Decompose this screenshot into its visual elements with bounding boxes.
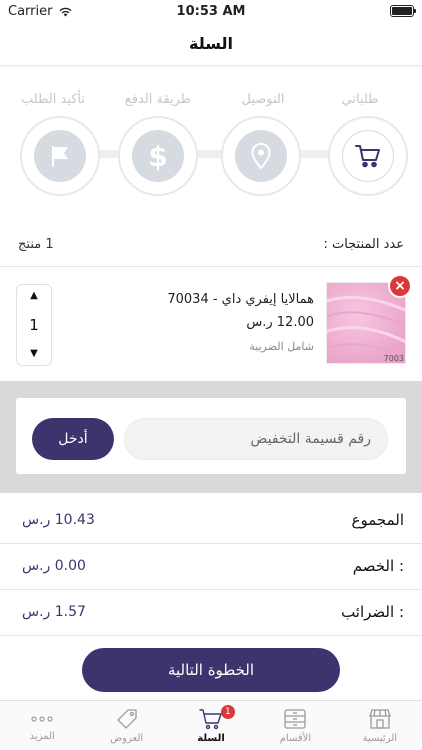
summary-total-row: 10.43 ر.س المجموع [0,497,422,543]
location-pin-icon [251,143,271,169]
product-count-row: عدد المنتجات : 1 منتج [0,230,422,258]
total-label: المجموع [351,511,404,529]
divider [0,635,422,636]
quantity-value: 1 [29,316,39,334]
cart-icon [199,708,222,729]
coupon-card: رقم قسيمة التخفيض أدخل [16,398,406,474]
step-label-orders: طلباتي [341,92,379,107]
tab-categories-label: الأقسام [279,732,312,744]
divider [0,266,422,267]
status-bar: Carrier 10:53 AM [0,0,422,22]
more-dots-icon [31,715,53,722]
tab-categories[interactable]: الأقسام [253,701,337,750]
discount-label: الخصم : [352,557,404,575]
next-step-button[interactable]: الخطوة التالية [82,648,340,692]
tab-offers[interactable]: العروض [84,701,168,750]
step-label-delivery: التوصيل [241,92,285,107]
cart-item: 7003 × همالايا إيفري داي - 70034 12.00 ر… [0,270,422,380]
decrease-quantity-button[interactable]: ▼ [30,349,38,359]
step-delivery[interactable] [221,116,301,196]
tab-home[interactable]: الرئيسية [338,701,422,750]
step-confirm[interactable] [20,116,100,196]
step-label-payment: طريقة الدفع [124,92,192,107]
remove-item-button[interactable]: × [388,274,412,298]
battery-icon [390,5,416,17]
total-value: 10.43 ر.س [22,512,95,528]
product-count-label: عدد المنتجات : [323,236,404,252]
nav-bar: السلة [0,22,422,66]
step-label-confirm: تأكيد الطلب [21,92,85,107]
product-tax-note: شامل الضريبة [249,340,314,353]
tab-more[interactable]: المزيد [0,701,84,750]
tab-offers-label: العروض [110,732,144,744]
categories-icon [284,708,307,729]
wifi-icon [59,7,72,16]
tax-label: الضرائب : [341,603,404,621]
tab-more-label: المزيد [29,730,55,742]
cart-badge: 1 [220,705,235,719]
stepper-track [60,150,370,158]
tab-cart-label: السلة [197,732,225,744]
tab-home-label: الرئيسية [362,732,398,744]
summary-tax-row: 1.57 ر.س الضرائب : [0,589,422,635]
summary-discount-row: 0.00 ر.س الخصم : [0,543,422,589]
product-image-code: 7003 [383,354,404,363]
product-count-value: 1 منتج [18,236,54,252]
discount-value: 0.00 ر.س [22,558,86,574]
product-price: 12.00 ر.س [246,315,314,330]
apply-coupon-button[interactable]: أدخل [32,418,114,460]
checkout-stepper: طلباتي التوصيل طريقة الدفع تأكيد الطلب $ [0,88,422,198]
coupon-input[interactable]: رقم قسيمة التخفيض [124,418,388,460]
increase-quantity-button[interactable]: ▲ [30,291,38,301]
carrier-label: Carrier [8,3,53,19]
step-payment[interactable]: $ [118,116,198,196]
store-icon [368,708,391,729]
page-title: السلة [188,34,233,53]
tab-cart[interactable]: 1 السلة [169,701,253,750]
cart-icon [355,145,380,168]
quantity-stepper[interactable]: ▲ 1 ▼ [16,284,52,366]
tag-icon [116,708,137,729]
tab-bar: المزيد العروض 1 السلة الأقسام الرئيسية [0,700,422,750]
flag-icon [52,146,68,167]
product-name: همالايا إيفري داي - 70034 [167,292,314,307]
dollar-icon: $ [148,139,168,173]
tax-value: 1.57 ر.س [22,604,86,620]
step-orders[interactable] [328,116,408,196]
close-icon: × [394,278,406,294]
coupon-section: رقم قسيمة التخفيض أدخل [0,381,422,493]
